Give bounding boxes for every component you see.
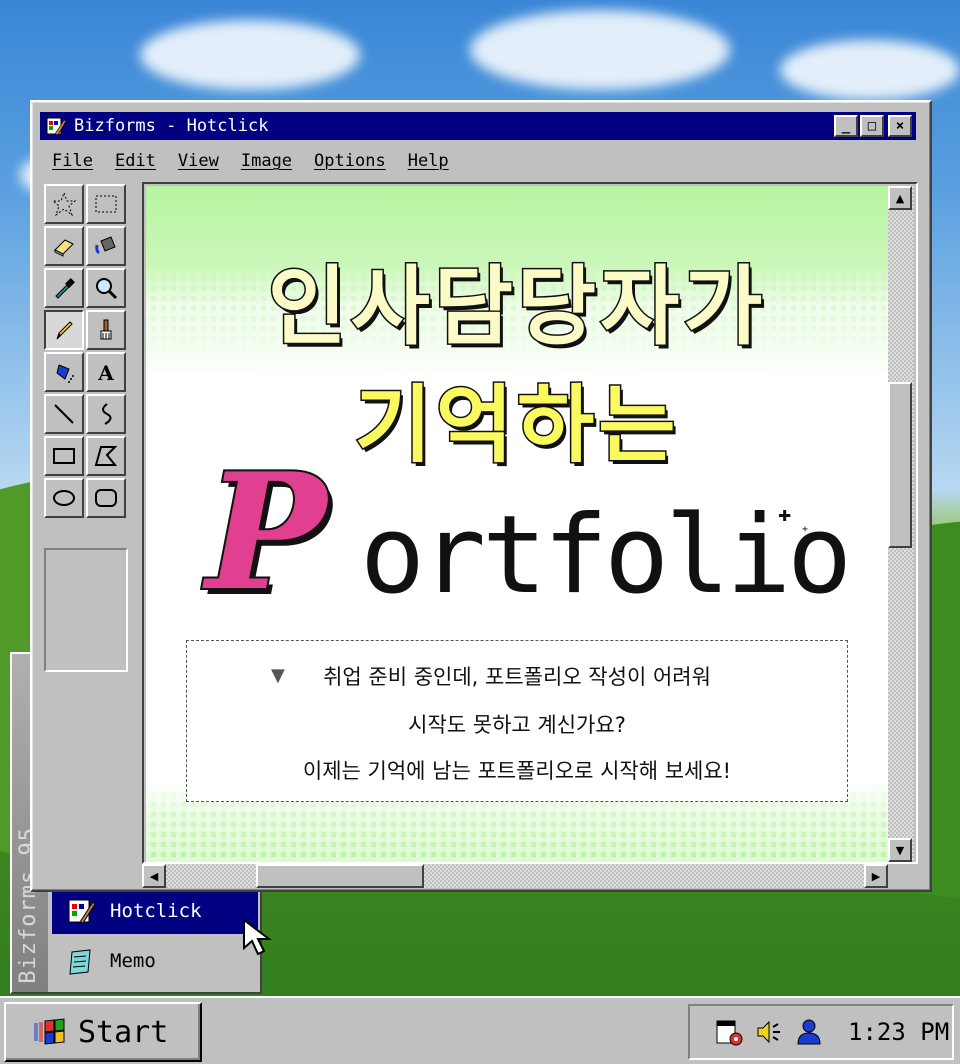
tool-eraser[interactable] [44, 226, 84, 266]
maximize-icon: □ [867, 118, 877, 134]
close-button[interactable]: × [888, 115, 912, 137]
scheduler-icon[interactable] [714, 1017, 744, 1047]
eraser-icon [54, 239, 74, 257]
tool-magnifier[interactable] [86, 268, 126, 308]
start-button[interactable]: Start [4, 1002, 202, 1062]
line-icon [54, 404, 74, 424]
brush-icon [100, 319, 112, 340]
drawing-canvas[interactable]: 인사담당자가 기억하는 P ortfolio ✚ + ▼ 취업 준비 중인데, … [146, 186, 888, 862]
mouse-cursor-icon [243, 918, 272, 956]
system-tray: 1:23 PM [688, 1004, 954, 1060]
portfolio-script-letter: P [204, 438, 328, 626]
paint-app-icon [46, 117, 66, 136]
pencil-icon [56, 321, 73, 340]
start-menu-item-hotclick[interactable]: Hotclick [52, 888, 258, 934]
start-button-label: Start [78, 1014, 169, 1050]
portfolio-word-rest: ortfolio [360, 493, 852, 618]
windows-logo-icon [34, 1018, 65, 1045]
scroll-right-button[interactable]: ▶ [864, 864, 888, 888]
tool-curve[interactable] [86, 394, 126, 434]
svg-text:A: A [97, 361, 114, 385]
tool-airbrush[interactable] [44, 352, 84, 392]
menu-bar: File Edit View Image Options Help [46, 146, 449, 176]
tool-free-select[interactable] [44, 184, 84, 224]
description-line-1: 취업 준비 중인데, 포트폴리오 작성이 어려워 [323, 665, 711, 689]
scroll-left-button[interactable]: ◀ [142, 864, 166, 888]
free-select-icon [51, 191, 77, 217]
menu-view[interactable]: View [178, 151, 219, 171]
description-line-2: 시작도 못하고 계신가요? [408, 713, 626, 737]
start-menu-item-label: Memo [110, 950, 156, 972]
title-bar[interactable]: Bizforms - Hotclick _ □ × [40, 112, 916, 140]
eyedropper-icon [55, 278, 75, 299]
vertical-scrollbar[interactable]: ▲ ▼ [888, 186, 914, 862]
tool-pencil[interactable] [44, 310, 84, 350]
tool-text[interactable]: A [86, 352, 126, 392]
horizontal-scrollbar[interactable]: ◀ ▶ [142, 864, 888, 888]
magnifier-icon [96, 278, 118, 300]
rounded-rect-icon [95, 489, 117, 507]
volume-icon[interactable] [754, 1017, 784, 1047]
user-icon[interactable] [794, 1017, 824, 1047]
horizontal-scroll-thumb[interactable] [256, 864, 424, 888]
rect-select-icon [95, 195, 117, 213]
canvas-frame: 인사담당자가 기억하는 P ortfolio ✚ + ▼ 취업 준비 중인데, … [142, 182, 918, 864]
sparkle-small-icon: + [802, 524, 809, 535]
ellipse-icon [53, 490, 75, 506]
taskbar: Start 1:23 PM [0, 996, 960, 1064]
vertical-scroll-thumb[interactable] [888, 382, 912, 548]
tool-ellipse[interactable] [44, 478, 84, 518]
menu-edit[interactable]: Edit [115, 151, 156, 171]
clock[interactable]: 1:23 PM [848, 1018, 949, 1046]
curve-icon [102, 403, 112, 425]
text-icon: A [97, 361, 114, 385]
sparkle-icon: ✚ [778, 502, 792, 527]
airbrush-icon [56, 364, 74, 383]
maximize-button[interactable]: □ [860, 115, 884, 137]
close-icon: × [895, 118, 905, 134]
tool-fill[interactable] [86, 226, 126, 266]
description-line-3: 이제는 기억에 남는 포트폴리오로 시작해 보세요! [302, 759, 732, 783]
paint-window: Bizforms - Hotclick _ □ × File Edit View… [30, 100, 932, 892]
window-title: Bizforms - Hotclick [74, 116, 269, 136]
start-menu-item-memo[interactable]: Memo [52, 938, 258, 984]
menu-options[interactable]: Options [314, 151, 386, 171]
scrollbar-corner [888, 864, 918, 888]
minimize-icon: _ [841, 118, 851, 134]
tool-brush[interactable] [86, 310, 126, 350]
start-menu-item-label: Hotclick [110, 900, 202, 922]
tool-line[interactable] [44, 394, 84, 434]
tool-rounded-rect[interactable] [86, 478, 126, 518]
scroll-down-button[interactable]: ▼ [888, 838, 912, 862]
tool-rect-select[interactable] [86, 184, 126, 224]
paint-icon [68, 899, 96, 924]
polygon-icon [94, 446, 118, 466]
rectangle-icon [53, 448, 75, 464]
menu-file[interactable]: File [52, 151, 93, 171]
minimize-button[interactable]: _ [834, 115, 858, 137]
headline-line-1: 인사담당자가 [266, 256, 767, 359]
tool-eyedropper[interactable] [44, 268, 84, 308]
tool-polygon[interactable] [86, 436, 126, 476]
tool-options-panel[interactable] [44, 548, 128, 672]
scroll-up-button[interactable]: ▲ [888, 186, 912, 210]
fill-bucket-icon [95, 236, 116, 255]
notepad-icon [69, 949, 91, 975]
description-textbox: ▼ 취업 준비 중인데, 포트폴리오 작성이 어려워 시작도 못하고 계신가요?… [186, 640, 848, 802]
tool-rectangle[interactable] [44, 436, 84, 476]
menu-image[interactable]: Image [241, 151, 292, 171]
menu-help[interactable]: Help [408, 151, 449, 171]
